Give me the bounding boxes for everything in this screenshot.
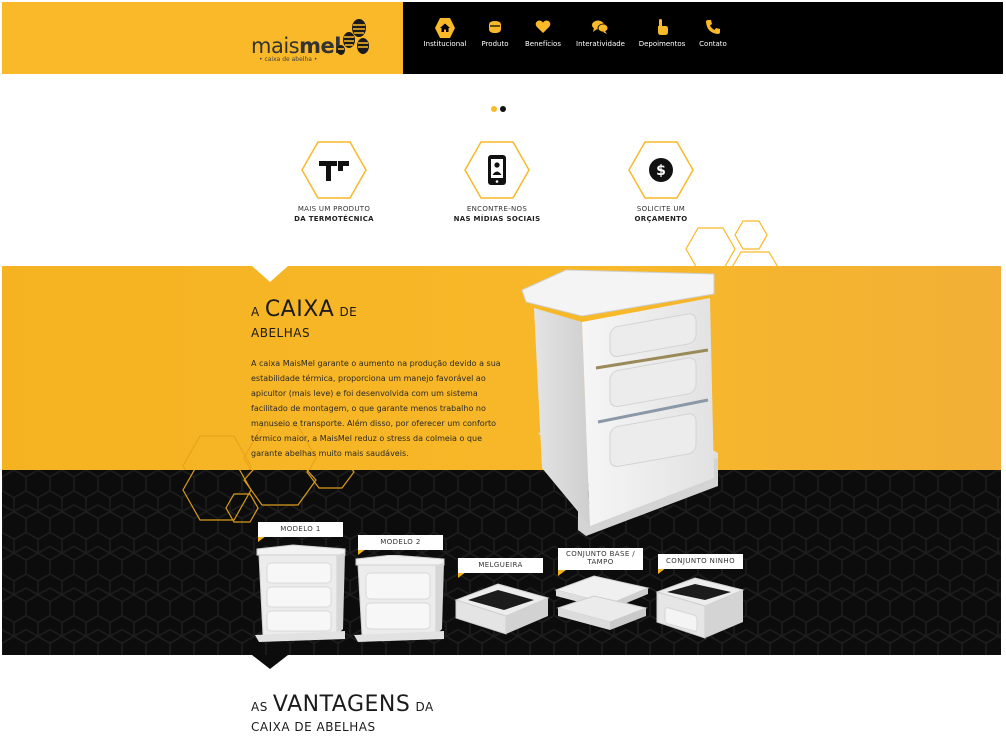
- feature-line1: MAIS UM PRODUTO: [297, 205, 371, 213]
- nav-label: Depoimentos: [638, 40, 686, 48]
- bee-logo-icon: [337, 19, 369, 55]
- honey-pot-icon: [489, 21, 501, 33]
- section-notch: [252, 655, 288, 669]
- nav-item-contato[interactable]: Contato: [697, 0, 729, 72]
- nav-label: Institucional: [423, 40, 467, 48]
- feature-social[interactable]: ENCONTRE-NOS NAS MÍDIAS SOCIAIS: [437, 141, 557, 223]
- logo[interactable]: maismel • caixa de abelha •: [251, 16, 376, 63]
- modelo-2-image: [354, 555, 445, 642]
- melgueira-image: [454, 583, 550, 635]
- model-label: MODELO 1: [258, 522, 343, 537]
- nav-item-depoimentos[interactable]: Depoimentos: [638, 0, 686, 72]
- slider-dot[interactable]: [500, 106, 506, 112]
- logo-wordmark: maismel: [251, 34, 341, 58]
- nav-label: Benefícios: [525, 40, 561, 48]
- caixa-heading-line2: ABELHAS: [251, 326, 311, 340]
- nav-label: Contato: [699, 40, 727, 48]
- logo-tagline: • caixa de abelha •: [259, 56, 318, 63]
- modelo-1-image: [255, 544, 346, 642]
- home-icon: [435, 18, 455, 38]
- chat-bubbles-icon: [592, 20, 609, 34]
- nav-label: Interatividade: [576, 40, 625, 48]
- caixa-heading: A CAIXA DE: [251, 297, 358, 322]
- caixa-description: A caixa MaisMel garante o aumento na pro…: [251, 359, 501, 458]
- dollar-coin-icon: $: [628, 141, 694, 199]
- slider-dot-active[interactable]: [491, 106, 497, 112]
- feature-line1: ENCONTRE-NOS: [466, 205, 528, 213]
- nav-item-interatividade[interactable]: Interatividade: [576, 0, 625, 72]
- svg-text:$: $: [656, 163, 666, 179]
- feature-termotecnica[interactable]: MAIS UM PRODUTO DA TERMOTÉCNICA: [274, 141, 394, 223]
- feature-line1: SOLICITE UM: [636, 205, 686, 213]
- vantagens-heading: AS VANTAGENS DA: [251, 692, 434, 717]
- phone-icon: [706, 20, 720, 34]
- nav-item-beneficios[interactable]: Benefícios: [523, 0, 563, 72]
- model-label: MODELO 2: [358, 535, 443, 550]
- section-notch: [252, 266, 288, 282]
- feature-line2: NAS MÍDIAS SOCIAIS: [453, 215, 541, 223]
- termotecnica-logo-icon: [301, 141, 367, 199]
- model-label: CONJUNTO BASE / TAMPO: [558, 548, 643, 570]
- model-label: CONJUNTO NINHO: [658, 554, 743, 569]
- feature-orcamento[interactable]: $ SOLICITE UM ORÇAMENTO: [601, 141, 721, 223]
- pointing-hand-icon: [658, 19, 668, 35]
- conjunto-base-tampo-image: [554, 575, 650, 630]
- beehive-product-image: [521, 269, 718, 536]
- heart-icon: [535, 20, 551, 33]
- conjunto-ninho-image: [655, 577, 745, 639]
- nav-item-institucional[interactable]: Institucional: [421, 0, 469, 72]
- smartphone-user-icon: [464, 141, 530, 199]
- model-label: MELGUEIRA: [458, 558, 543, 573]
- feature-line2: DA TERMOTÉCNICA: [294, 215, 374, 223]
- nav-label: Produto: [481, 40, 509, 48]
- vantagens-heading-line2: CAIXA DE ABELHAS: [251, 720, 376, 734]
- header-brand-area: maismel • caixa de abelha •: [2, 2, 403, 74]
- nav-item-produto[interactable]: Produto: [477, 0, 513, 72]
